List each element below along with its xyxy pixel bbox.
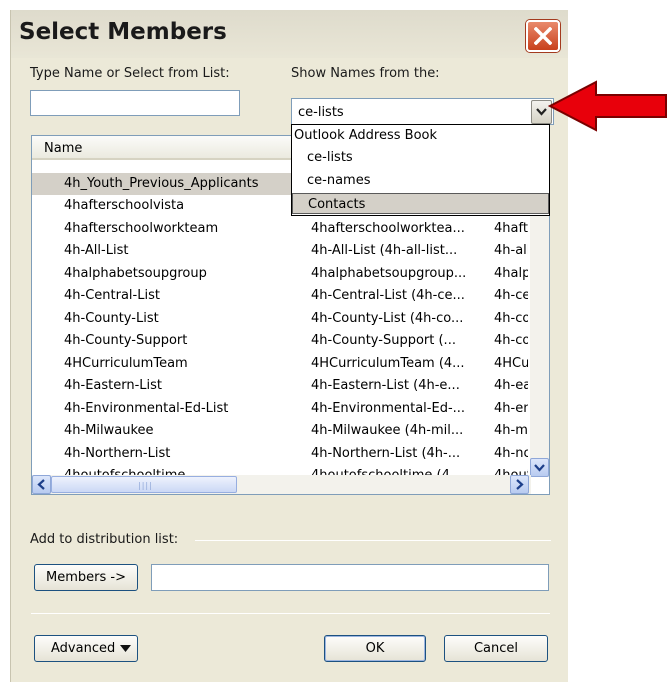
dropdown-option[interactable]: Outlook Address Book	[292, 125, 549, 146]
row-email: 4HCur	[494, 356, 528, 371]
list-row[interactable]: 4h-All-List 4h-All-List (4h-all-list... …	[32, 240, 529, 262]
column-header-name[interactable]: Name	[44, 141, 82, 156]
row-display: 4h-All-List (4h-all-list...	[311, 243, 458, 258]
list-row[interactable]: 4h-Northern-List 4h-Northern-List (4h-..…	[32, 443, 529, 465]
list-row[interactable]: 4halphabetsoupgroup 4halphabetsoupgroup.…	[32, 263, 529, 285]
address-book-dropdown[interactable]: ce-lists	[291, 98, 554, 125]
row-name: 4h-Environmental-Ed-List	[64, 401, 229, 416]
row-email: 4h-ea	[494, 378, 528, 393]
source-label: Show Names from the:	[291, 66, 440, 81]
row-email: 4halph	[494, 266, 528, 281]
row-display: 4h-Central-List (4h-ce...	[311, 288, 465, 303]
row-email: 4h-ce	[494, 288, 528, 303]
row-name: 4h_Youth_Previous_Applicants	[64, 176, 259, 191]
annotation-arrow-icon	[548, 80, 667, 132]
advanced-label: Advanced	[51, 641, 116, 656]
horizontal-scrollbar[interactable]: ||||	[32, 475, 531, 494]
grip-icon: ||||	[138, 481, 153, 490]
scroll-left-button[interactable]	[32, 475, 51, 494]
row-name: 4HCurriculumTeam	[64, 356, 188, 371]
distribution-label: Add to distribution list:	[30, 532, 179, 547]
row-email: 4hafte	[494, 221, 528, 236]
cancel-button[interactable]: Cancel	[444, 635, 548, 662]
divider	[31, 613, 550, 614]
scroll-right-button[interactable]	[510, 475, 529, 494]
list-row[interactable]: 4hafterschoolworkteam 4hafterschoolworkt…	[32, 218, 529, 240]
select-members-dialog: Select Members Type Name or Select from …	[10, 10, 568, 682]
row-name: 4h-Eastern-List	[64, 378, 163, 393]
row-name: 4h-Northern-List	[64, 446, 171, 461]
list-row[interactable]: 4HCurriculumTeam 4HCurriculumTeam (4... …	[32, 353, 529, 375]
row-name: 4hafterschoolvista	[64, 198, 185, 213]
dropdown-option[interactable]: ce-names	[292, 170, 549, 191]
row-display: 4h-Northern-List (4h-...	[311, 446, 461, 461]
list-row[interactable]: 4h-County-List 4h-County-List (4h-co... …	[32, 308, 529, 330]
address-book-selected: ce-lists	[298, 105, 344, 120]
row-display: 4halphabetsoupgroup...	[311, 266, 467, 281]
caret-down-icon	[120, 645, 131, 652]
horizontal-scroll-thumb[interactable]: ||||	[51, 476, 237, 493]
row-display: 4h-County-List (4h-co...	[311, 311, 464, 326]
row-name: 4halphabetsoupgroup	[64, 266, 207, 281]
row-email: 4h-no	[494, 446, 528, 461]
chevron-left-icon	[37, 479, 45, 490]
row-name: 4hafterschoolworkteam	[64, 221, 219, 236]
close-x-icon	[534, 27, 552, 45]
row-email: 4h-co	[494, 311, 528, 326]
row-name: 4h-Milwaukee	[64, 423, 154, 438]
row-email: 4h-en	[494, 401, 528, 416]
row-display: 4hafterschoolworktea...	[311, 221, 465, 236]
list-row[interactable]: 4h-Environmental-Ed-List 4h-Environmenta…	[32, 398, 529, 420]
row-display: 4h-Environmental-Ed-...	[311, 401, 466, 416]
chevron-right-icon	[516, 479, 524, 490]
list-row[interactable]: 4h-Eastern-List 4h-Eastern-List (4h-e...…	[32, 375, 529, 397]
scroll-down-button[interactable]	[530, 458, 549, 477]
ok-button[interactable]: OK	[324, 635, 426, 662]
row-name: 4h-County-List	[64, 311, 159, 326]
list-row[interactable]: 4h-Central-List 4h-Central-List (4h-ce..…	[32, 285, 529, 307]
members-button[interactable]: Members ->	[34, 564, 138, 591]
row-display: 4h-Eastern-List (4h-e...	[311, 378, 460, 393]
row-email: 4h-mil	[494, 423, 528, 438]
row-display: 4h-Milwaukee (4h-mil...	[311, 423, 464, 438]
distribution-members-input[interactable]	[151, 564, 549, 591]
dropdown-option[interactable]: ce-lists	[292, 147, 549, 168]
search-label: Type Name or Select from List:	[30, 66, 230, 81]
row-name: 4h-All-List	[64, 243, 129, 258]
row-display: 4h-County-Support (...	[311, 333, 456, 348]
row-email: 4h-all-	[494, 243, 528, 258]
search-input[interactable]	[30, 90, 240, 116]
row-name: 4h-Central-List	[64, 288, 160, 303]
row-email: 4h-co	[494, 333, 528, 348]
row-display: 4HCurriculumTeam (4...	[311, 356, 465, 371]
list-row[interactable]: 4h-Milwaukee 4h-Milwaukee (4h-mil... 4h-…	[32, 420, 529, 442]
close-button[interactable]	[526, 20, 560, 52]
title-bar: Select Members	[11, 10, 568, 58]
dropdown-option-highlighted[interactable]: Contacts	[292, 193, 549, 214]
advanced-button[interactable]: Advanced	[34, 635, 138, 662]
divider	[195, 540, 551, 541]
address-book-dropdown-list[interactable]: Outlook Address Book ce-lists ce-names C…	[291, 124, 550, 216]
row-name: 4h-County-Support	[64, 333, 188, 348]
chevron-down-icon	[536, 108, 547, 116]
dialog-title: Select Members	[19, 19, 227, 45]
list-row[interactable]: 4h-County-Support 4h-County-Support (...…	[32, 330, 529, 352]
chevron-down-icon	[534, 464, 545, 472]
